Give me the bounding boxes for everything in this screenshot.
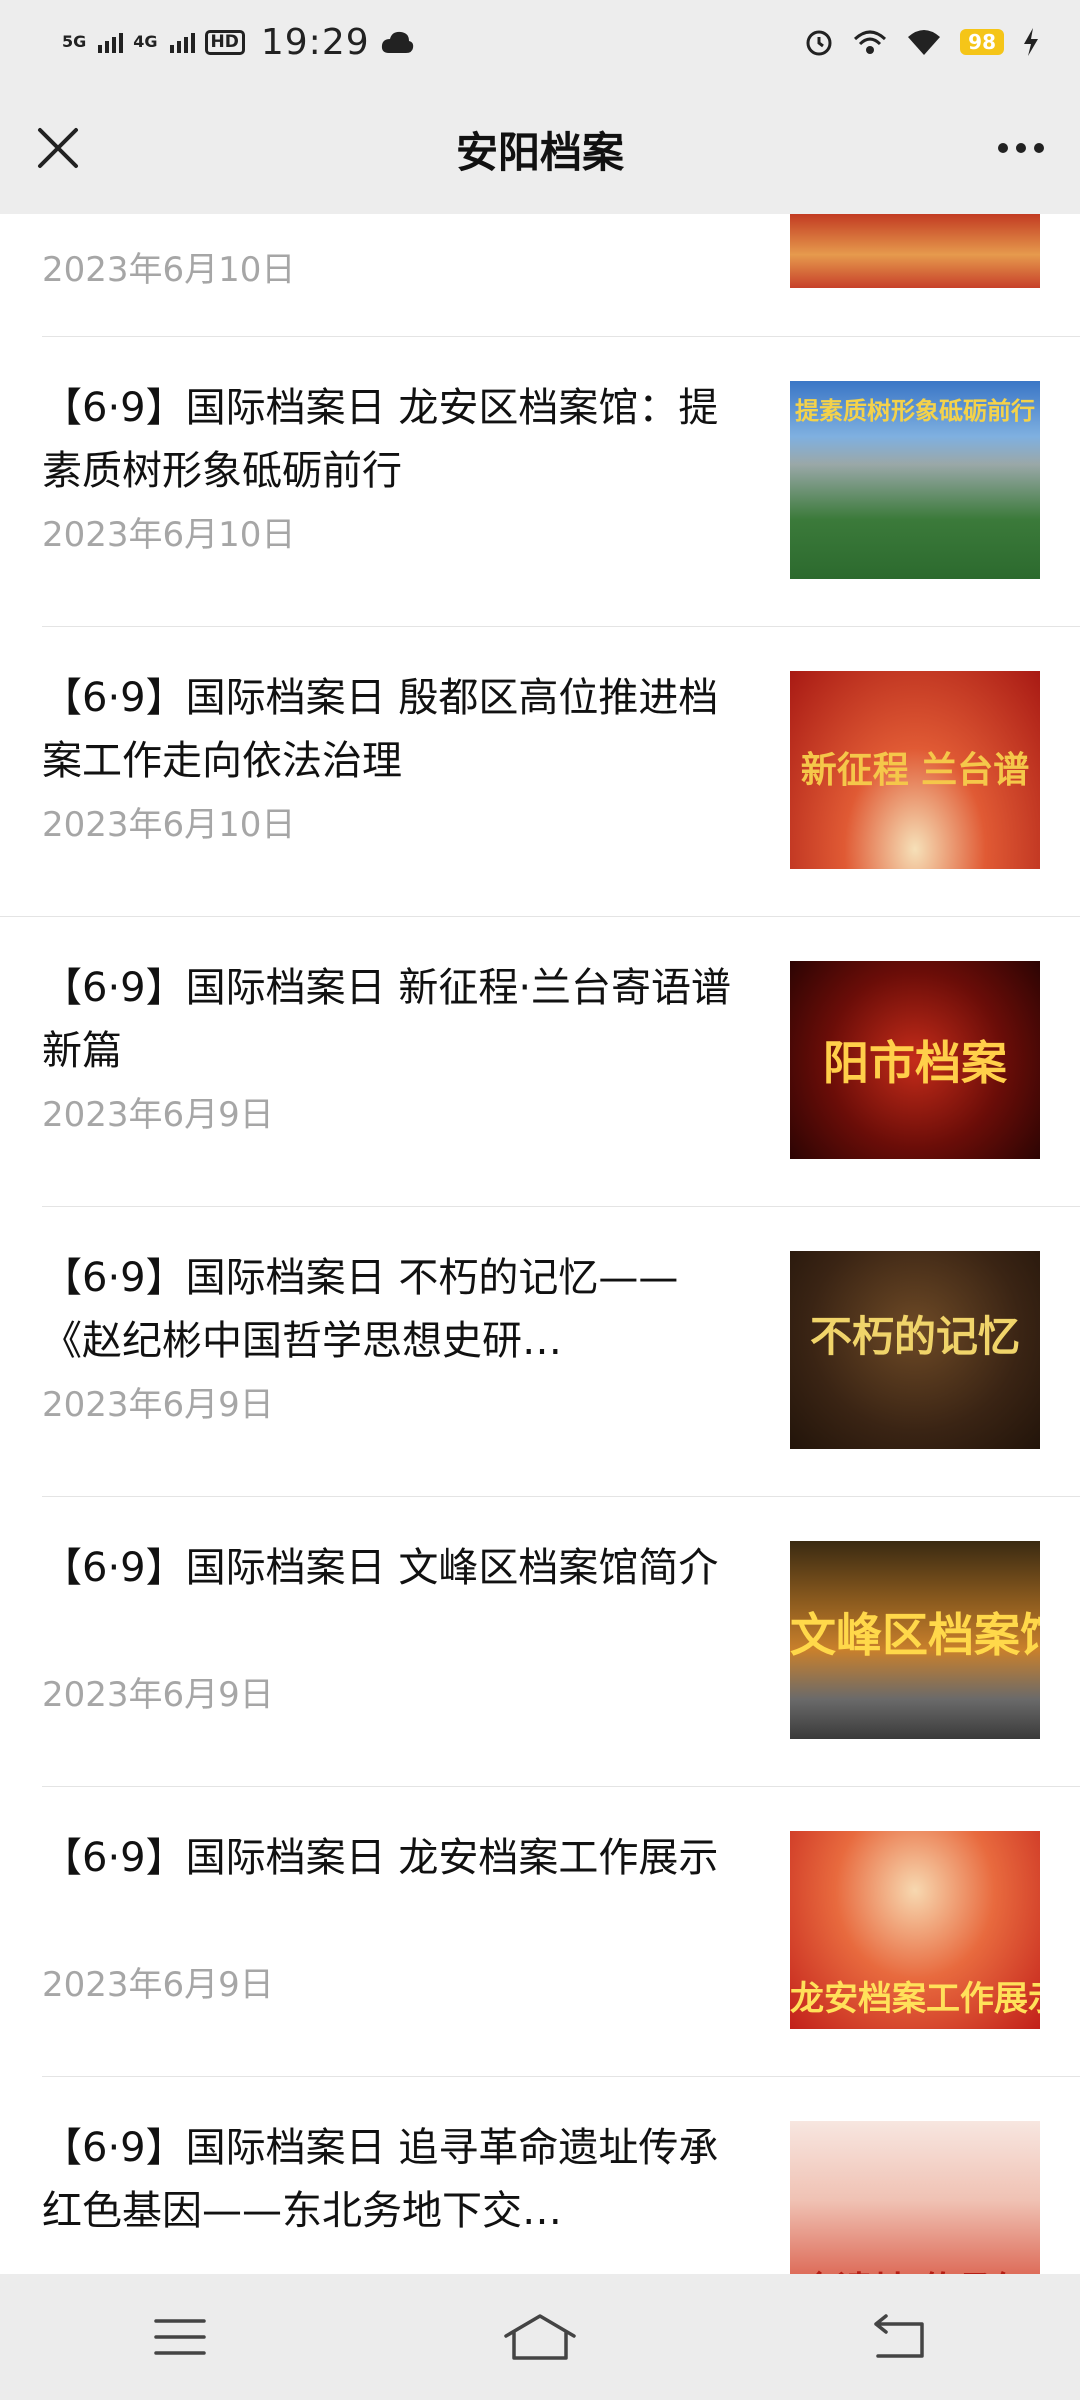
signal-4g-label: 4G <box>133 32 158 51</box>
home-button[interactable] <box>480 2297 600 2377</box>
article-title: 【6·9】国际档案日 龙安区档案馆：提素质树形象砥砺前行 <box>42 385 719 494</box>
status-right: 98 <box>804 27 1040 57</box>
article-date: 2023年6月9日 <box>42 1965 274 2005</box>
article-title: 【6·9】国际档案日 殷都区高位推进档案工作走向依法治理 <box>42 675 719 784</box>
article-thumbnail: 提素质树形象砥砺前行 <box>790 381 1040 579</box>
signal-bars-icon <box>169 31 195 53</box>
article-date: 2023年6月9日 <box>42 1095 274 1135</box>
article-thumbnail: 文峰区档案馆 <box>790 1541 1040 1739</box>
thumbnail-caption: 阳市档案 <box>823 1036 1007 1090</box>
article-date: 2023年6月10日 <box>42 515 296 555</box>
alarm-icon <box>806 30 832 56</box>
article-thumbnail: 命遗址 传承红 <box>790 2121 1040 2274</box>
list-item[interactable]: 【6·9】国际档案日 追寻革命遗址传承红色基因——东北务地下交… 命遗址 传承红 <box>0 2077 1080 2274</box>
clock: 19:29 <box>260 21 370 63</box>
article-date: 2023年6月9日 <box>42 1385 274 1425</box>
article-title: 【6·9】国际档案日 文峰区档案馆简介 <box>42 1545 719 1591</box>
page-title: 安阳档案 <box>455 127 624 177</box>
title-bar: 安阳档案 <box>0 84 1080 214</box>
article-thumbnail <box>790 214 1040 288</box>
article-title: 【6·9】国际档案日 新征程·兰台寄语谱新篇 <box>42 965 732 1074</box>
list-item[interactable]: 2023年6月10日 <box>0 214 1080 336</box>
hotspot-icon <box>854 30 887 54</box>
wifi-icon <box>908 30 941 55</box>
signal-bars-icon <box>98 31 124 53</box>
list-item[interactable]: 【6·9】国际档案日 新征程·兰台寄语谱新篇 2023年6月9日 阳市档案 <box>0 917 1080 1207</box>
article-thumbnail: 不朽的记忆 <box>790 1251 1040 1449</box>
back-icon <box>874 2314 924 2358</box>
list-item[interactable]: 【6·9】国际档案日 文峰区档案馆简介 2023年6月9日 文峰区档案馆 <box>0 1497 1080 1787</box>
back-button[interactable] <box>840 2297 960 2377</box>
cloud-icon <box>381 31 413 53</box>
article-date: 2023年6月10日 <box>42 250 296 290</box>
home-icon <box>504 2314 576 2360</box>
thumbnail-caption: 龙安档案工作展示 <box>790 1979 1040 2019</box>
close-button[interactable] <box>28 118 88 178</box>
article-thumbnail: 新征程 兰台谱 <box>790 671 1040 869</box>
list-item[interactable]: 【6·9】国际档案日 龙安区档案馆：提素质树形象砥砺前行 2023年6月10日 … <box>0 337 1080 627</box>
charging-icon <box>1024 28 1038 56</box>
article-date: 2023年6月10日 <box>42 805 296 845</box>
menu-icon <box>154 2319 206 2355</box>
battery-icon: 98 <box>960 29 1004 55</box>
article-title: 【6·9】国际档案日 不朽的记忆——《赵纪彬中国哲学思想史研… <box>42 1255 679 1364</box>
more-dot-icon <box>1034 143 1044 153</box>
more-dot-icon <box>1016 143 1026 153</box>
article-title: 【6·9】国际档案日 龙安档案工作展示 <box>42 1835 719 1881</box>
status-left: 5G 4G HD 19:29 <box>62 22 414 63</box>
hd-badge: HD <box>204 29 245 55</box>
signal-5g-label: 5G <box>62 32 87 51</box>
thumbnail-caption: 提素质树形象砥砺前行 <box>795 396 1035 425</box>
list-item[interactable]: 【6·9】国际档案日 龙安档案工作展示 2023年6月9日 龙安档案工作展示 <box>0 1787 1080 2077</box>
article-title: 【6·9】国际档案日 追寻革命遗址传承红色基因——东北务地下交… <box>42 2125 719 2234</box>
more-dot-icon <box>998 143 1008 153</box>
article-list: 2023年6月10日 【6·9】国际档案日 龙安区档案馆：提素质树形象砥砺前行 … <box>0 214 1080 2274</box>
thumbnail-caption: 不朽的记忆 <box>809 1312 1020 1361</box>
status-bar: 5G 4G HD 19:29 98 <box>0 0 1080 84</box>
list-item[interactable]: 【6·9】国际档案日 不朽的记忆——《赵纪彬中国哲学思想史研… 2023年6月9… <box>0 1207 1080 1497</box>
menu-button[interactable] <box>120 2297 240 2377</box>
close-icon <box>38 128 78 168</box>
more-button[interactable] <box>986 118 1056 178</box>
article-date: 2023年6月9日 <box>42 1675 274 1715</box>
thumbnail-caption: 文峰区档案馆 <box>790 1608 1040 1662</box>
article-thumbnail: 龙安档案工作展示 <box>790 1831 1040 2029</box>
navigation-bar <box>0 2274 1080 2400</box>
thumbnail-caption: 新征程 兰台谱 <box>800 749 1030 791</box>
list-item[interactable]: 【6·9】国际档案日 殷都区高位推进档案工作走向依法治理 2023年6月10日 … <box>0 627 1080 917</box>
thumbnail-caption: 命遗址 传承红 <box>790 2261 1040 2274</box>
article-thumbnail: 阳市档案 <box>790 961 1040 1159</box>
